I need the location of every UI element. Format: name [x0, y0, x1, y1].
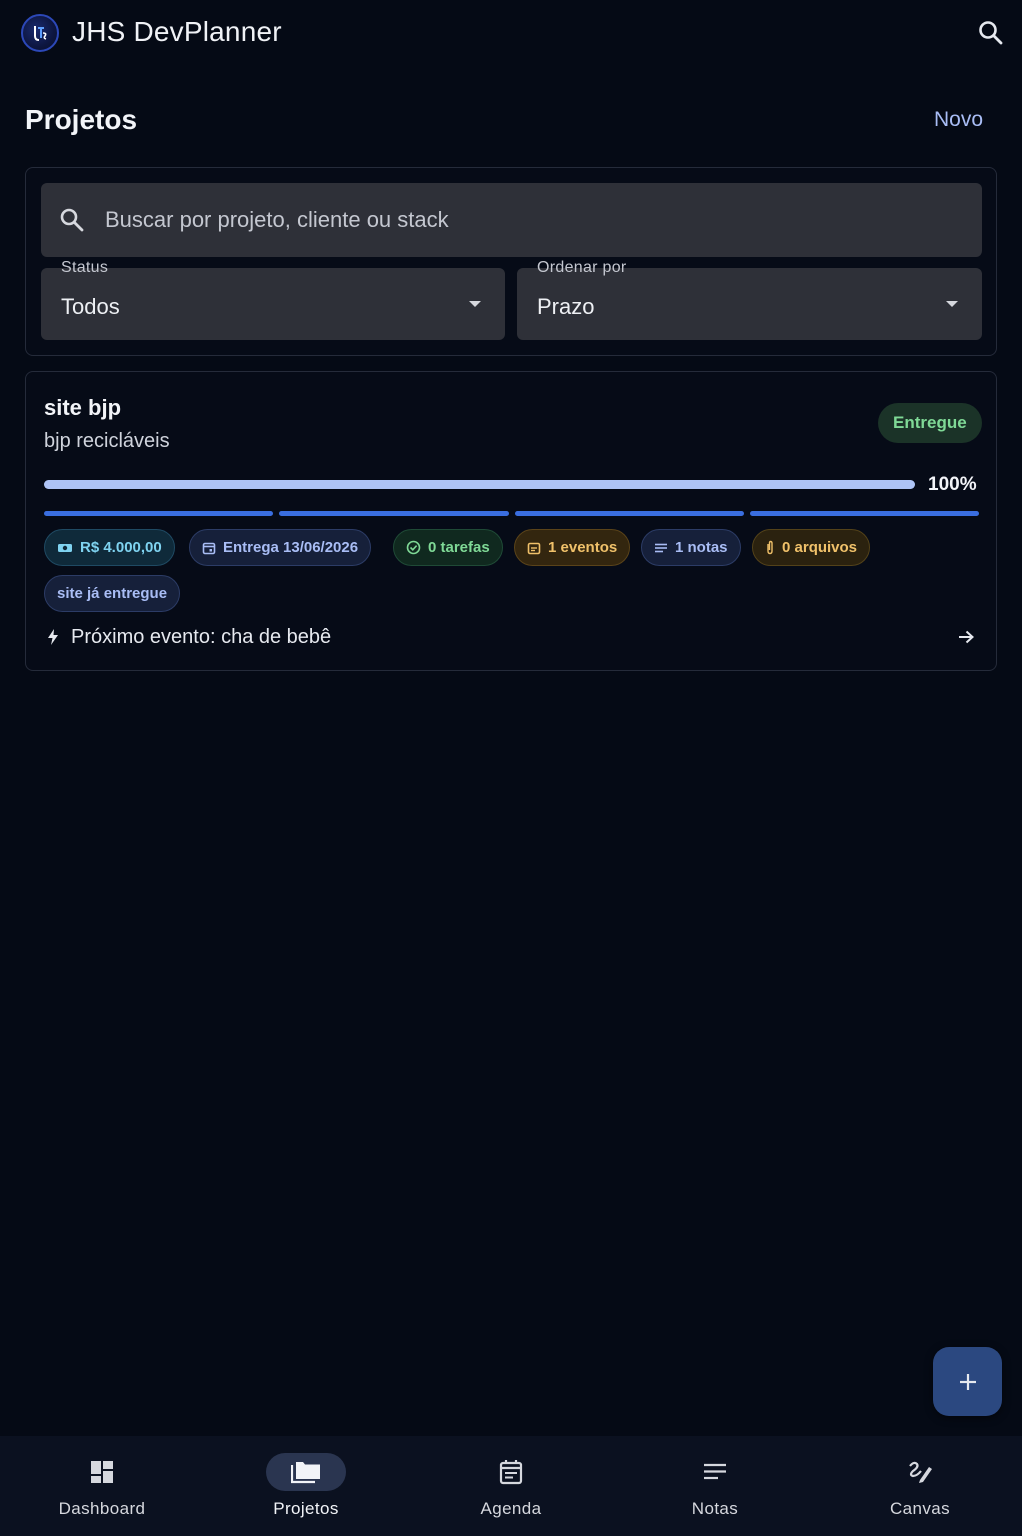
notes-chip: 1 notas: [641, 529, 741, 566]
events-chip: 1 eventos: [514, 529, 631, 566]
nav-label-dashboard: Dashboard: [58, 1499, 146, 1518]
files-chip: 0 arquivos: [752, 529, 871, 566]
search-field[interactable]: [41, 183, 982, 257]
folder-icon: [266, 1453, 346, 1491]
calendar-icon: [202, 542, 216, 554]
plus-icon: [959, 1373, 976, 1390]
calendar-icon: [471, 1453, 551, 1491]
chevron-down-icon: [469, 301, 481, 307]
nav-label-canvas: Canvas: [889, 1499, 951, 1518]
status-value: Todos: [61, 294, 120, 319]
add-project-fab[interactable]: [933, 1347, 1002, 1416]
nav-item-projetos[interactable]: Projetos: [204, 1436, 408, 1536]
value-text: R$ 4.000,00: [80, 539, 162, 556]
progress-percent: 100%: [928, 474, 977, 495]
filter-card: Status Todos Ordenar por Prazo: [25, 167, 997, 356]
app-logo-icon: [21, 14, 59, 52]
nav-item-dashboard[interactable]: Dashboard: [0, 1436, 204, 1536]
progress-bar: [44, 480, 915, 489]
app-title: JHS DevPlanner: [72, 16, 282, 47]
status-badge: Entregue: [878, 403, 982, 443]
stage-segment: [514, 511, 744, 516]
nav-label-agenda: Agenda: [480, 1499, 542, 1518]
project-name: site bjp: [44, 395, 122, 420]
nav-item-agenda[interactable]: Agenda: [409, 1436, 613, 1536]
app-root: JHS DevPlanner Projetos Novo Status Todo…: [0, 0, 1022, 1536]
project-client: bjp recicláveis: [44, 430, 170, 452]
stage-indicators: [44, 511, 979, 516]
stage-segment: [749, 511, 979, 516]
sort-select[interactable]: Ordenar por Prazo: [517, 259, 982, 340]
nav-item-notas[interactable]: Notas: [613, 1436, 817, 1536]
notes-icon: [655, 543, 667, 552]
search-icon: [59, 207, 85, 233]
delivery-chip: Entrega 13/06/2026: [189, 529, 372, 566]
files-text: 0 arquivos: [782, 539, 858, 556]
app-bar: JHS DevPlanner: [0, 0, 1022, 66]
status-label: Status: [61, 259, 109, 276]
page-title: Projetos: [25, 104, 138, 135]
search-input[interactable]: [105, 201, 965, 239]
next-event-row[interactable]: Próximo evento: cha de bebê: [44, 624, 979, 652]
next-event-text: Próximo evento: cha de bebê: [71, 626, 332, 648]
nav-item-canvas[interactable]: Canvas: [818, 1436, 1022, 1536]
events-text: 1 eventos: [548, 539, 618, 556]
arrow-right-icon: [959, 630, 974, 644]
sort-label: Ordenar por: [537, 259, 627, 276]
project-card[interactable]: site bjp bjp recicláveis Entregue 100% R…: [25, 371, 997, 671]
attachment-icon: [767, 540, 773, 555]
new-project-button[interactable]: Novo: [918, 104, 999, 136]
search-icon[interactable]: [976, 18, 1006, 48]
nav-label-notas: Notas: [691, 1499, 739, 1518]
event-icon: [527, 542, 541, 554]
chevron-down-icon: [946, 301, 958, 307]
notes-icon: [675, 1453, 755, 1491]
tasks-text: 0 tarefas: [428, 539, 490, 556]
stage-segment: [44, 511, 274, 516]
bottom-nav: Dashboard Projetos Agenda Notas Canvas: [0, 1436, 1022, 1536]
draw-icon: [880, 1453, 960, 1491]
dashboard-icon: [62, 1453, 142, 1491]
delivery-text: Entrega 13/06/2026: [223, 539, 359, 556]
value-chip: R$ 4.000,00: [44, 529, 175, 566]
stage-segment: [279, 511, 509, 516]
sort-value: Prazo: [537, 294, 595, 319]
money-icon: [58, 543, 72, 552]
tasks-chip: 0 tarefas: [393, 529, 503, 566]
tag-chip: site já entregue: [44, 575, 181, 612]
bolt-icon: [48, 629, 58, 645]
nav-label-projetos: Projetos: [273, 1499, 339, 1518]
status-select[interactable]: Status Todos: [41, 259, 505, 340]
notes-text: 1 notas: [675, 539, 728, 556]
progress-fill: [44, 480, 915, 489]
check-circle-icon: [406, 540, 421, 555]
tag-text: site já entregue: [57, 585, 168, 602]
